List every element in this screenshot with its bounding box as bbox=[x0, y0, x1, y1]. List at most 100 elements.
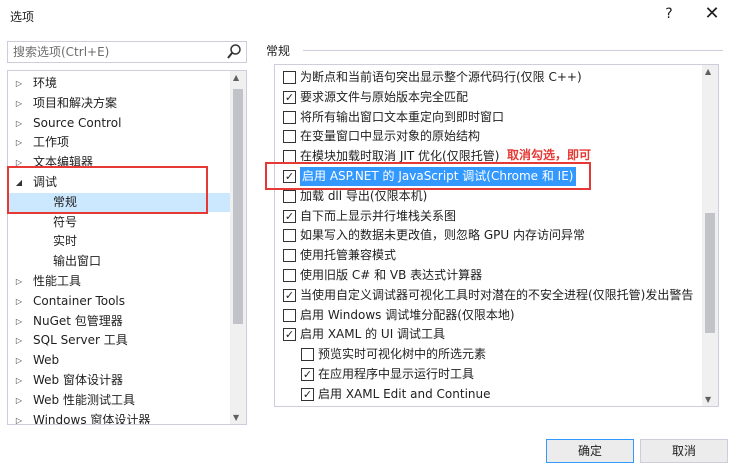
option-checkbox[interactable] bbox=[283, 189, 296, 203]
scroll-up-icon[interactable]: ▲ bbox=[705, 67, 711, 76]
tree-item-label: Web 性能测试工具 bbox=[33, 392, 135, 407]
option-label: 在应用程序中显示运行时工具 bbox=[318, 367, 475, 381]
option-checkbox[interactable]: ✓ bbox=[283, 209, 296, 223]
collapsed-arrow-icon[interactable]: ▷ bbox=[14, 411, 24, 424]
option-row[interactable]: 使用托管兼容模式 bbox=[283, 246, 695, 265]
option-label: 使用托管兼容模式 bbox=[300, 248, 397, 263]
tree-item[interactable]: ▷ Web 窗体设计器 bbox=[8, 371, 230, 390]
option-checkbox[interactable] bbox=[301, 348, 314, 362]
tree-item-label: 工作项 bbox=[33, 135, 70, 150]
tree-item[interactable]: ▷ 工作项 bbox=[8, 133, 230, 152]
tree-item-label: Web 窗体设计器 bbox=[33, 373, 123, 387]
tree-item[interactable]: ▷ Web 性能测试工具 bbox=[8, 391, 230, 410]
scroll-up-icon[interactable]: ▲ bbox=[233, 73, 239, 82]
option-row[interactable]: 将所有输出窗口文本重定向到即时窗口 bbox=[283, 108, 695, 127]
option-label: 启用 Windows 调试堆分配器(仅限本地) bbox=[300, 307, 515, 322]
collapsed-arrow-icon[interactable]: ▷ bbox=[14, 94, 24, 113]
ok-button[interactable]: 确定 bbox=[546, 439, 634, 463]
collapsed-arrow-icon[interactable]: ▷ bbox=[14, 331, 24, 350]
collapsed-arrow-icon[interactable]: ▷ bbox=[14, 292, 24, 311]
option-row[interactable]: ✓ 要求源文件与原始版本完全匹配 bbox=[283, 88, 695, 107]
tree-item[interactable]: ▷ NuGet 包管理器 bbox=[8, 312, 230, 331]
tree-item-label: SQL Server 工具 bbox=[33, 333, 128, 348]
option-checkbox[interactable]: ✓ bbox=[301, 387, 314, 401]
option-checkbox[interactable]: ✓ bbox=[283, 288, 296, 302]
tree-item[interactable]: ▷ 环境 bbox=[8, 74, 230, 93]
options-scrollbar[interactable]: ▲ ▼ bbox=[702, 65, 718, 406]
option-row[interactable]: ✓ 启用 XAML 的 UI 调试工具 bbox=[283, 325, 695, 344]
tree-item[interactable]: 实时 bbox=[8, 232, 230, 251]
option-row[interactable]: 预览实时可视化树中的所选元素 bbox=[301, 345, 695, 364]
option-row[interactable]: ✓ 当使用自定义调试器可视化工具时对潜在的不安全进程(仅限托管)发出警告 bbox=[283, 286, 695, 305]
tree-item[interactable]: ▷ Windows 窗体设计器 bbox=[8, 411, 230, 425]
close-button[interactable]: ✕ bbox=[699, 3, 725, 25]
tree-item[interactable]: 输出窗口 bbox=[8, 252, 230, 271]
option-checkbox[interactable]: ✓ bbox=[283, 328, 296, 342]
option-row[interactable]: 为断点和当前语句突出显示整个源代码行(仅限 C++) bbox=[283, 68, 695, 87]
collapsed-arrow-icon[interactable]: ▷ bbox=[14, 133, 24, 152]
option-checkbox[interactable] bbox=[283, 130, 296, 144]
tree-scroll-thumb[interactable] bbox=[233, 89, 243, 324]
option-checkbox[interactable] bbox=[283, 229, 296, 243]
collapsed-arrow-icon[interactable]: ▷ bbox=[14, 391, 24, 410]
tree-item-label: Source Control bbox=[33, 115, 122, 130]
tree-item[interactable]: ▷ Source Control bbox=[8, 114, 230, 133]
option-row[interactable]: ✓ 自下而上显示并行堆栈关系图 bbox=[283, 207, 695, 226]
tree-item[interactable]: ▷ Web bbox=[8, 351, 230, 370]
option-checkbox[interactable] bbox=[283, 71, 296, 84]
option-checkbox[interactable] bbox=[283, 249, 296, 263]
tree-item[interactable]: ▷ 性能工具 bbox=[8, 272, 230, 291]
collapsed-arrow-icon[interactable]: ▷ bbox=[14, 74, 24, 93]
collapsed-arrow-icon[interactable]: ▷ bbox=[14, 312, 24, 331]
collapsed-arrow-icon[interactable]: ▷ bbox=[14, 371, 24, 390]
scroll-down-icon[interactable]: ▼ bbox=[233, 413, 239, 422]
option-checkbox[interactable]: ✓ bbox=[301, 368, 314, 381]
option-label: 当使用自定义调试器可视化工具时对潜在的不安全进程(仅限托管)发出警告 bbox=[300, 287, 694, 302]
tree-item-label: 符号 bbox=[53, 214, 78, 229]
collapsed-arrow-icon[interactable]: ▷ bbox=[14, 114, 24, 133]
search-icon[interactable] bbox=[226, 43, 242, 64]
option-label: 启用 XAML Edit and Continue bbox=[318, 386, 491, 401]
tree-item-label: Container Tools bbox=[33, 293, 126, 308]
cancel-button[interactable]: 取消 bbox=[640, 439, 728, 463]
tree-item[interactable]: ▷ 项目和解决方案 bbox=[8, 94, 230, 113]
option-label: 要求源文件与原始版本完全匹配 bbox=[300, 89, 469, 104]
tree-item-label: 输出窗口 bbox=[53, 254, 102, 269]
tree-item[interactable]: 符号 bbox=[8, 213, 230, 232]
annotation-box-option bbox=[265, 162, 591, 190]
section-title: 常规 bbox=[266, 44, 291, 58]
help-button[interactable]: ? bbox=[659, 6, 679, 22]
option-row[interactable]: 如果写入的数据未更改值，则忽略 GPU 内存访问异常 bbox=[283, 226, 695, 245]
option-checkbox[interactable] bbox=[283, 110, 296, 124]
annotation-box-tree bbox=[7, 166, 208, 214]
options-list: 为断点和当前语句突出显示整个源代码行(仅限 C++) ✓ 要求源文件与原始版本完全匹… bbox=[274, 64, 719, 407]
search-input[interactable] bbox=[8, 42, 218, 62]
tree-item-label: 环境 bbox=[33, 76, 58, 90]
option-row[interactable]: 在变量窗口中显示对象的原始结构 bbox=[283, 127, 695, 146]
option-row[interactable]: 使用旧版 C# 和 VB 表达式计算器 bbox=[283, 266, 695, 285]
option-label: 启用 XAML 的 UI 调试工具 bbox=[300, 327, 446, 342]
tree-item[interactable]: ▷ Container Tools bbox=[8, 292, 230, 311]
annotation-text: 取消勾选，即可 bbox=[507, 148, 592, 162]
option-row[interactable]: ✓ 启用 XAML Edit and Continue bbox=[301, 385, 695, 404]
scroll-down-icon[interactable]: ▼ bbox=[705, 395, 711, 404]
tree-item-label: 实时 bbox=[53, 234, 78, 249]
section-divider bbox=[303, 50, 723, 51]
collapsed-arrow-icon[interactable]: ▷ bbox=[14, 351, 24, 370]
option-label: 为断点和当前语句突出显示整个源代码行(仅限 C++) bbox=[300, 70, 582, 84]
tree-item-label: NuGet 包管理器 bbox=[33, 313, 123, 328]
option-checkbox[interactable] bbox=[283, 269, 296, 282]
tree-item-label: Windows 窗体设计器 bbox=[33, 412, 151, 425]
option-label: 自下而上显示并行堆栈关系图 bbox=[300, 208, 457, 223]
options-scroll-thumb[interactable] bbox=[705, 213, 715, 333]
option-checkbox[interactable] bbox=[283, 308, 296, 322]
option-checkbox[interactable]: ✓ bbox=[283, 90, 296, 104]
tree-scrollbar[interactable]: ▲ ▼ bbox=[230, 71, 246, 424]
collapsed-arrow-icon[interactable]: ▷ bbox=[14, 272, 24, 291]
window-title: 选项 bbox=[10, 10, 35, 24]
option-label: 如果写入的数据未更改值，则忽略 GPU 内存访问异常 bbox=[300, 228, 585, 243]
option-row[interactable]: 启用 Windows 调试堆分配器(仅限本地) bbox=[283, 306, 695, 325]
option-row[interactable]: ✓ 在应用程序中显示运行时工具 bbox=[301, 365, 695, 384]
tree-item[interactable]: ▷ SQL Server 工具 bbox=[8, 331, 230, 350]
tree-item-label: 项目和解决方案 bbox=[33, 95, 118, 110]
